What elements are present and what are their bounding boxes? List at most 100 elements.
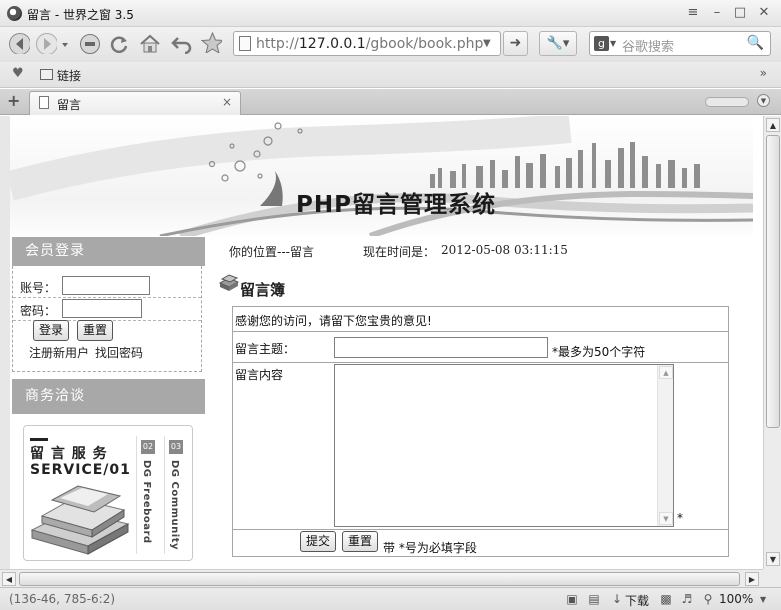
subject-hint: *最多为50个字符 — [552, 345, 646, 359]
favorites-star-icon[interactable] — [200, 31, 222, 53]
site-title: PHP留言管理系统 — [296, 192, 496, 218]
welcome-text: 感谢您的访问，请留下您宝贵的意见! — [235, 314, 432, 328]
password-label: 密码： — [20, 304, 57, 318]
favorites-heart-icon[interactable]: ♥ — [12, 66, 24, 81]
horizontal-scroll-thumb[interactable] — [19, 572, 740, 586]
tab-close-icon[interactable]: × — [222, 95, 232, 109]
scroll-down-icon[interactable]: ▼ — [766, 552, 780, 566]
content-textarea[interactable]: ▲ ▼ — [334, 364, 674, 527]
site-banner: PHP留言管理系统 — [10, 116, 753, 236]
address-bar[interactable]: http://127.0.0.1/gbook/book.php ▼ — [233, 31, 501, 56]
login-header: 会员登录 — [12, 237, 205, 266]
undo-icon[interactable] — [170, 32, 192, 54]
stop-icon[interactable] — [79, 33, 101, 55]
account-label: 账号： — [20, 281, 57, 295]
promo-accent-bar — [30, 438, 48, 441]
download-arrow-icon[interactable]: ↓ — [610, 592, 624, 606]
horizontal-scrollbar[interactable]: ◀ ▶ — [0, 569, 763, 587]
guestbook-icon — [218, 274, 240, 291]
community-badge: 03 — [169, 440, 183, 454]
refresh-icon[interactable] — [108, 33, 130, 55]
textarea-scroll-down-icon[interactable]: ▼ — [659, 512, 673, 525]
register-link[interactable]: 注册新用户 — [29, 346, 89, 360]
back-icon[interactable] — [8, 32, 30, 54]
recover-password-link[interactable]: 找回密码 — [95, 346, 143, 360]
tab-scroller[interactable] — [705, 97, 749, 107]
freeboard-badge: 02 — [141, 440, 155, 454]
address-dropdown-icon[interactable]: ▼ — [483, 38, 491, 49]
search-icon[interactable]: 🔍 — [747, 35, 764, 51]
password-input[interactable] — [62, 299, 142, 318]
new-tab-plus-icon[interactable]: + — [7, 91, 20, 110]
time-label: 现在时间是： — [363, 245, 436, 259]
textarea-scrollbar[interactable]: ▲ ▼ — [657, 365, 673, 526]
maximize-icon[interactable]: □ — [731, 4, 749, 22]
scroll-corner — [763, 569, 781, 587]
tab-bar: + 留言 × ▼ — [0, 89, 781, 115]
required-note: 带 *号为必填字段 — [383, 541, 477, 555]
section-title: 留言簿 — [240, 281, 286, 299]
business-header: 商务洽谈 — [12, 379, 205, 414]
submit-button[interactable]: 提交 — [300, 531, 336, 552]
page-icon — [239, 36, 251, 51]
guestbook-form: 感谢您的访问，请留下您宝贵的意见! 留言主题： *最多为50个字符 留言内容 ▲… — [232, 306, 729, 557]
tab-label[interactable]: 留言 — [57, 96, 81, 113]
community-label: DG Community — [169, 460, 180, 551]
vertical-scrollbar[interactable]: ▲ ▼ — [763, 116, 781, 569]
document-icon[interactable]: ▤ — [587, 592, 601, 606]
tools-wrench-icon[interactable]: 🔧▾ — [539, 31, 577, 56]
go-arrow-icon[interactable]: ➜ — [503, 31, 528, 56]
row-divider — [233, 331, 728, 332]
browser-logo-icon — [7, 6, 22, 21]
promo-title: 留 言 服 务 SERVICE/01 — [30, 446, 131, 478]
scroll-right-icon[interactable]: ▶ — [745, 572, 759, 586]
search-engine-dropdown-icon[interactable]: ▼ — [610, 39, 616, 48]
bookmark-links-folder[interactable]: 链接 — [57, 67, 81, 84]
login-links: 注册新用户 找回密码 — [29, 344, 149, 361]
address-url[interactable]: http://127.0.0.1/gbook/book.php — [256, 36, 483, 52]
bookmarks-more-icon[interactable]: » — [760, 66, 767, 80]
zoom-dropdown-icon[interactable]: ▼ — [760, 595, 766, 604]
menu-icon[interactable]: ≡ — [684, 4, 702, 22]
community-strip[interactable]: 03 DG Community — [164, 436, 186, 554]
row-divider — [233, 362, 728, 363]
tab-list-dropdown-icon[interactable]: ▼ — [757, 94, 770, 107]
textarea-scroll-up-icon[interactable]: ▲ — [659, 366, 673, 379]
zoom-level[interactable]: 100% — [719, 592, 753, 606]
close-window-icon[interactable]: ✕ — [755, 4, 773, 22]
speaker-icon[interactable]: ♬ — [680, 592, 694, 606]
subject-input[interactable] — [334, 337, 548, 358]
forward-icon[interactable] — [35, 32, 57, 54]
book-stack-illustration — [30, 485, 130, 555]
window-title-bar: 留言 - 世界之窗 3.5 ≡ – □ ✕ — [0, 0, 781, 27]
screen-icon[interactable]: ▣ — [565, 592, 579, 606]
minimize-icon[interactable]: – — [708, 4, 726, 22]
login-reset-button[interactable]: 重置 — [77, 320, 113, 341]
freeboard-label: DG Freeboard — [141, 460, 152, 544]
home-icon[interactable] — [138, 32, 160, 54]
window-icon[interactable]: ▩ — [659, 592, 673, 606]
status-text: (136-46, 785-6:2) — [9, 592, 116, 606]
status-bar: (136-46, 785-6:2) ▣ ▤ ↓ 下载 ▩ ♬ ⚲ 100% ▼ — [0, 587, 781, 610]
login-button[interactable]: 登录 — [33, 320, 69, 341]
folder-icon — [40, 69, 53, 80]
search-engine-icon[interactable]: g — [594, 36, 609, 51]
freeboard-strip[interactable]: 02 DG Freeboard — [136, 436, 158, 554]
service-promo-image[interactable]: 留 言 服 务 SERVICE/01 02 DG Freeboard 03 DG… — [23, 425, 193, 561]
breadcrumb: 你的位置---留言 — [229, 245, 314, 259]
scroll-left-icon[interactable]: ◀ — [2, 572, 16, 586]
search-box[interactable]: g ▼ 谷歌搜索 🔍 — [589, 31, 771, 56]
tab-page-icon — [39, 96, 49, 109]
tab-guestbook[interactable]: 留言 × — [29, 91, 241, 115]
download-label[interactable]: 下载 — [625, 592, 649, 609]
login-panel: 账号： 密码： 登录 重置 注册新用户 找回密码 — [12, 266, 202, 372]
scroll-up-icon[interactable]: ▲ — [766, 118, 780, 132]
content-required-star: * — [677, 511, 683, 525]
subject-label: 留言主题： — [235, 342, 296, 356]
form-reset-button[interactable]: 重置 — [342, 531, 378, 552]
search-placeholder[interactable]: 谷歌搜索 — [622, 36, 674, 55]
zoom-magnifier-icon[interactable]: ⚲ — [701, 592, 715, 606]
vertical-scroll-thumb[interactable] — [766, 135, 780, 428]
account-input[interactable] — [62, 276, 150, 295]
content-label: 留言内容 — [235, 368, 284, 382]
